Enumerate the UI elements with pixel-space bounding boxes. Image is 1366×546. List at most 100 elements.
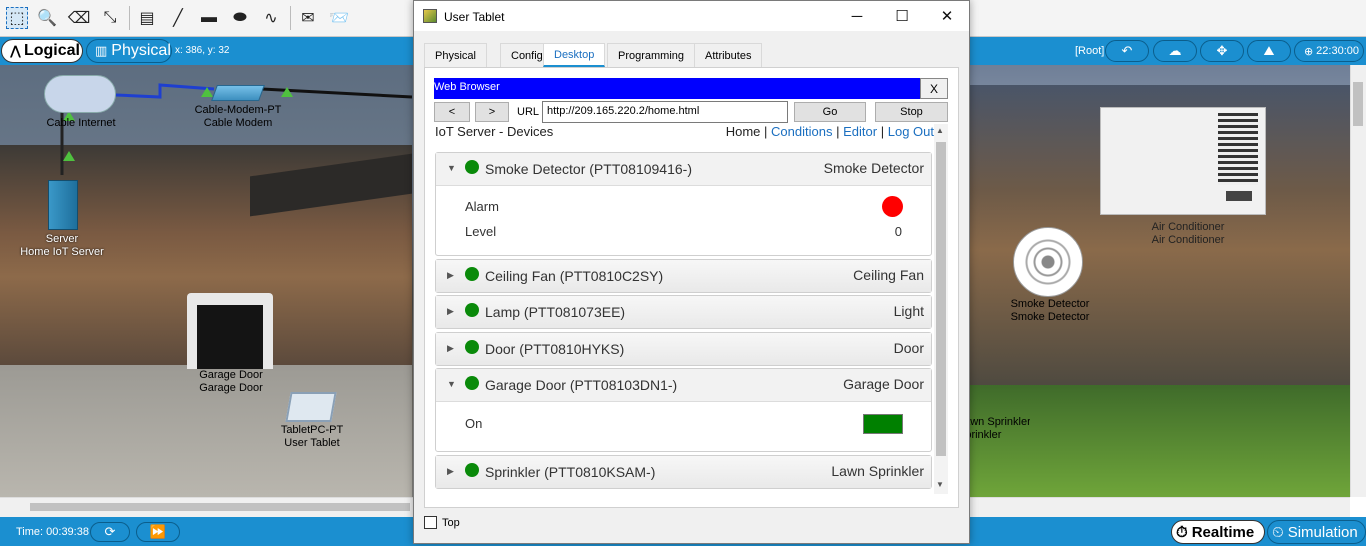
- air-conditioner-grill: [1218, 113, 1258, 185]
- toolbar-separator: [129, 6, 130, 30]
- workspace-vertical-scrollbar[interactable]: [1350, 65, 1366, 497]
- back-navigation-icon[interactable]: ↶: [1105, 40, 1149, 62]
- simulation-label: Simulation: [1287, 523, 1358, 541]
- root-breadcrumb[interactable]: [Root]: [1075, 45, 1104, 57]
- tablet-label: TabletPC-PT User Tablet: [280, 424, 344, 449]
- garage-door-icon[interactable]: [197, 305, 263, 369]
- device-header[interactable]: ▶ Lamp (PTT081073EE) Light: [436, 296, 931, 328]
- select-icon[interactable]: ⬚: [6, 7, 28, 29]
- realtime-label: Realtime: [1191, 523, 1255, 541]
- cable-internet-label: Cable Internet: [46, 117, 116, 129]
- power-cycle-icon[interactable]: ⟳: [90, 522, 130, 542]
- tablet-icon[interactable]: [285, 392, 337, 422]
- caret-down-icon: ▼: [447, 379, 456, 389]
- page-vertical-scroll-thumb[interactable]: [936, 142, 946, 456]
- status-dot: [465, 160, 479, 174]
- stop-button[interactable]: Stop: [875, 102, 948, 122]
- physical-view-button[interactable]: ▥ Physical: [86, 39, 172, 63]
- cable-modem-icon[interactable]: [211, 85, 265, 101]
- physical-label: Physical: [111, 42, 171, 59]
- device-item-smoke-detector: ▼ Smoke Detector (PTT08109416-) Smoke De…: [435, 152, 932, 256]
- window-titlebar[interactable]: User Tablet ─ ☐ ✕: [414, 1, 969, 31]
- workspace-vertical-scroll-thumb[interactable]: [1353, 82, 1363, 126]
- workspace-horizontal-scroll-thumb[interactable]: [30, 503, 410, 511]
- device-item-door[interactable]: ▶ Door (PTT0810HYKS) Door: [435, 332, 932, 366]
- tab-physical[interactable]: Physical: [424, 43, 487, 67]
- scroll-up-arrow-icon[interactable]: ▲: [936, 126, 944, 135]
- smoke-detector-label: Smoke Detector Smoke Detector: [1010, 298, 1090, 323]
- freeform-icon[interactable]: ∿: [260, 7, 282, 29]
- device-header[interactable]: ▶ Door (PTT0810HYKS) Door: [436, 333, 931, 365]
- device-item-garage-door: ▼ Garage Door (PTT08103DN1-) Garage Door…: [435, 368, 932, 452]
- browser-close-button[interactable]: X: [920, 78, 948, 99]
- complex-pdu-icon[interactable]: 📨: [328, 7, 350, 29]
- device-name: Ceiling Fan (PTT0810C2SY): [485, 268, 664, 284]
- device-name: Smoke Detector (PTT08109416-): [485, 161, 692, 177]
- nav-home-link[interactable]: Home: [726, 124, 761, 139]
- zoom-icon[interactable]: 🔍: [36, 7, 58, 29]
- back-button[interactable]: <: [434, 102, 470, 122]
- background-image-icon[interactable]: ⛰: [1247, 40, 1291, 62]
- scroll-down-arrow-icon[interactable]: ▼: [936, 480, 944, 489]
- device-item-lamp[interactable]: ▶ Lamp (PTT081073EE) Light: [435, 295, 932, 329]
- cloud-cluster-icon[interactable]: ☁: [1153, 40, 1197, 62]
- nav-conditions-link[interactable]: Conditions: [771, 124, 832, 139]
- move-object-icon[interactable]: ✥: [1200, 40, 1244, 62]
- minimize-icon[interactable]: ─: [834, 1, 880, 31]
- air-conditioner-slot: [1226, 191, 1252, 201]
- tab-programming[interactable]: Programming: [607, 43, 696, 67]
- line-icon[interactable]: ╱: [167, 7, 189, 29]
- logical-label: Logical: [23, 42, 80, 59]
- cable-modem-label: Cable-Modem-PT Cable Modem: [194, 104, 282, 129]
- simple-pdu-icon[interactable]: ✉: [297, 7, 319, 29]
- device-header[interactable]: ▶ Sprinkler (PTT0810KSAM-) Lawn Sprinkle…: [436, 456, 931, 488]
- globe-icon: ⊕: [1303, 45, 1314, 58]
- delete-icon[interactable]: ⌫: [68, 7, 91, 29]
- device-header[interactable]: ▼ Smoke Detector (PTT08109416-) Smoke De…: [436, 153, 931, 185]
- fast-forward-icon[interactable]: ⏩: [136, 522, 180, 542]
- tab-desktop[interactable]: Desktop: [543, 43, 606, 67]
- cloud-internet-icon[interactable]: [44, 75, 116, 113]
- simulation-icon: ⏲: [1272, 523, 1284, 541]
- air-conditioner-label: Air Conditioner Air Conditioner: [1151, 221, 1225, 246]
- prop-value-level: 0: [894, 224, 902, 239]
- close-icon[interactable]: ✕: [924, 1, 970, 31]
- rectangle-icon[interactable]: ▬: [198, 7, 220, 29]
- tab-attributes[interactable]: Attributes: [694, 43, 763, 67]
- maximize-icon[interactable]: ☐: [879, 1, 925, 31]
- nav-logout-link[interactable]: Log Out: [888, 124, 934, 139]
- clock-time: 22:30:00: [1316, 45, 1359, 57]
- status-dot: [465, 303, 479, 317]
- user-tablet-window: User Tablet ─ ☐ ✕ Physical Config Deskto…: [413, 0, 970, 544]
- alarm-indicator: [882, 196, 903, 217]
- note-icon[interactable]: ▤: [136, 7, 158, 29]
- device-name: Sprinkler (PTT0810KSAM-): [485, 464, 656, 480]
- server-icon[interactable]: [48, 180, 78, 230]
- go-button[interactable]: Go: [794, 102, 866, 122]
- logical-icon: ⋀: [10, 43, 21, 58]
- device-item-ceiling-fan[interactable]: ▶ Ceiling Fan (PTT0810C2SY) Ceiling Fan: [435, 259, 932, 293]
- prop-label-on: On: [465, 416, 483, 431]
- ellipse-icon[interactable]: ⬬: [229, 7, 251, 29]
- device-header[interactable]: ▶ Ceiling Fan (PTT0810C2SY) Ceiling Fan: [436, 260, 931, 292]
- nav-separator: |: [764, 124, 768, 139]
- status-dot: [465, 340, 479, 354]
- device-header[interactable]: ▼ Garage Door (PTT08103DN1-) Garage Door: [436, 369, 931, 401]
- logical-view-button[interactable]: ⋀ Logical: [1, 39, 83, 63]
- top-checkbox[interactable]: [424, 516, 437, 529]
- device-type: Ceiling Fan: [853, 267, 924, 283]
- forward-button[interactable]: >: [475, 102, 509, 122]
- status-dot: [465, 463, 479, 477]
- url-input[interactable]: http://209.165.220.2/home.html: [542, 101, 788, 123]
- device-name: Lamp (PTT081073EE): [485, 304, 626, 320]
- simulation-mode-button[interactable]: ⏲ Simulation: [1267, 520, 1366, 544]
- page-nav: Home | Conditions | Editor | Log Out: [726, 124, 934, 139]
- smoke-detector-icon[interactable]: [1013, 227, 1083, 297]
- garage-door-on-toggle[interactable]: [863, 414, 903, 434]
- realtime-mode-button[interactable]: ⏱ Realtime: [1171, 520, 1265, 544]
- device-item-sprinkler[interactable]: ▶ Sprinkler (PTT0810KSAM-) Lawn Sprinkle…: [435, 455, 932, 489]
- nav-editor-link[interactable]: Editor: [843, 124, 877, 139]
- caret-right-icon: ▶: [447, 466, 454, 476]
- resize-icon[interactable]: ⤡: [99, 7, 121, 29]
- clock-button[interactable]: ⊕ 22:30:00: [1294, 40, 1364, 62]
